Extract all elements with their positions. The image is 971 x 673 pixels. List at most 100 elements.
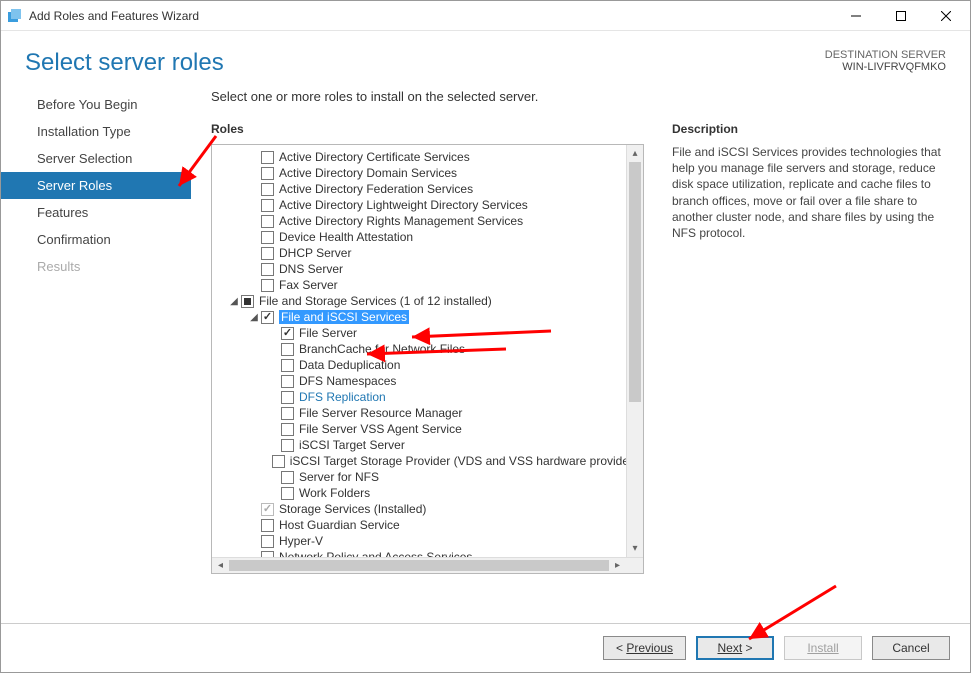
- scroll-up-icon[interactable]: ▴: [627, 145, 643, 162]
- tree-row[interactable]: Data Deduplication: [212, 357, 643, 373]
- tree-row[interactable]: iSCSI Target Storage Provider (VDS and V…: [212, 453, 643, 469]
- close-button[interactable]: [923, 2, 968, 30]
- role-checkbox[interactable]: [261, 167, 274, 180]
- expander-icon[interactable]: ◢: [228, 296, 240, 307]
- role-checkbox[interactable]: [261, 263, 274, 276]
- role-label: Active Directory Lightweight Directory S…: [279, 198, 528, 212]
- role-label: Active Directory Certificate Services: [279, 150, 470, 164]
- role-label: DHCP Server: [279, 246, 351, 260]
- role-label: iSCSI Target Storage Provider (VDS and V…: [290, 454, 643, 468]
- tree-row[interactable]: DHCP Server: [212, 245, 643, 261]
- scroll-hthumb[interactable]: [229, 560, 609, 571]
- role-checkbox[interactable]: [281, 439, 294, 452]
- button-bar: < Previous Next > Install Cancel: [1, 623, 970, 672]
- next-button[interactable]: Next >: [696, 636, 774, 660]
- role-checkbox[interactable]: [261, 279, 274, 292]
- nav-server-selection[interactable]: Server Selection: [1, 145, 191, 172]
- role-checkbox[interactable]: [261, 183, 274, 196]
- role-label: DNS Server: [279, 262, 343, 276]
- tree-row[interactable]: Active Directory Lightweight Directory S…: [212, 197, 643, 213]
- tree-row[interactable]: Hyper-V: [212, 533, 643, 549]
- role-checkbox[interactable]: [261, 231, 274, 244]
- tree-row[interactable]: Work Folders: [212, 485, 643, 501]
- cancel-button[interactable]: Cancel: [872, 636, 950, 660]
- role-label: File and iSCSI Services: [279, 310, 409, 324]
- content-area: Before You Begin Installation Type Serve…: [1, 85, 970, 635]
- role-checkbox[interactable]: [281, 487, 294, 500]
- role-checkbox[interactable]: [281, 359, 294, 372]
- role-label: Fax Server: [279, 278, 338, 292]
- tree-row[interactable]: ◢File and Storage Services (1 of 12 inst…: [212, 293, 643, 309]
- nav-confirmation[interactable]: Confirmation: [1, 226, 191, 253]
- role-label: Network Policy and Access Services: [279, 550, 472, 557]
- minimize-button[interactable]: [833, 2, 878, 30]
- horizontal-scrollbar[interactable]: ◂ ▸: [212, 557, 643, 573]
- tree-row[interactable]: Active Directory Rights Management Servi…: [212, 213, 643, 229]
- role-label: iSCSI Target Server: [299, 438, 405, 452]
- tree-row[interactable]: DFS Namespaces: [212, 373, 643, 389]
- nav-server-roles[interactable]: Server Roles: [1, 172, 191, 199]
- tree-row[interactable]: File Server: [212, 325, 643, 341]
- role-checkbox[interactable]: [261, 247, 274, 260]
- role-checkbox[interactable]: [261, 199, 274, 212]
- scroll-thumb[interactable]: [629, 162, 641, 402]
- tree-row[interactable]: Host Guardian Service: [212, 517, 643, 533]
- role-label: Storage Services (Installed): [279, 502, 426, 516]
- tree-row[interactable]: ◢ File and iSCSI Services: [212, 309, 643, 325]
- role-checkbox[interactable]: [281, 327, 294, 340]
- role-checkbox[interactable]: [261, 215, 274, 228]
- nav-features[interactable]: Features: [1, 199, 191, 226]
- role-checkbox[interactable]: [261, 535, 274, 548]
- destination-server: WIN-LIVFRVQFMKO: [825, 61, 946, 73]
- tree-row[interactable]: Active Directory Federation Services: [212, 181, 643, 197]
- nav-before-you-begin[interactable]: Before You Begin: [1, 91, 191, 118]
- previous-button[interactable]: < Previous: [603, 636, 686, 660]
- role-label: Active Directory Federation Services: [279, 182, 473, 196]
- scroll-down-icon[interactable]: ▾: [627, 540, 643, 557]
- role-checkbox[interactable]: [281, 407, 294, 420]
- role-checkbox[interactable]: [281, 471, 294, 484]
- tree-row[interactable]: Server for NFS: [212, 469, 643, 485]
- tree-row[interactable]: DFS Replication: [212, 389, 643, 405]
- tree-row[interactable]: DNS Server: [212, 261, 643, 277]
- role-checkbox[interactable]: [241, 295, 254, 308]
- next-label: Next: [717, 641, 742, 655]
- role-label: Data Deduplication: [299, 358, 400, 372]
- titlebar: Add Roles and Features Wizard: [1, 1, 970, 31]
- tree-row[interactable]: Active Directory Domain Services: [212, 165, 643, 181]
- role-checkbox[interactable]: [261, 311, 274, 324]
- tree-row[interactable]: Device Health Attestation: [212, 229, 643, 245]
- tree-row[interactable]: iSCSI Target Server: [212, 437, 643, 453]
- role-checkbox[interactable]: [281, 343, 294, 356]
- page-title: Select server roles: [25, 49, 224, 77]
- scroll-left-icon[interactable]: ◂: [212, 558, 229, 573]
- role-label: DFS Namespaces: [299, 374, 396, 388]
- tree-row[interactable]: File Server VSS Agent Service: [212, 421, 643, 437]
- tree-row[interactable]: Active Directory Certificate Services: [212, 149, 643, 165]
- role-checkbox[interactable]: [281, 375, 294, 388]
- wizard-nav: Before You Begin Installation Type Serve…: [1, 85, 191, 635]
- app-icon: [7, 8, 23, 24]
- roles-tree: Active Directory Certificate ServicesAct…: [211, 144, 644, 574]
- maximize-button[interactable]: [878, 2, 923, 30]
- role-label: DFS Replication: [299, 390, 386, 404]
- role-checkbox[interactable]: [281, 391, 294, 404]
- window-title: Add Roles and Features Wizard: [29, 9, 199, 23]
- destination-block: DESTINATION SERVER WIN-LIVFRVQFMKO: [825, 49, 946, 73]
- scroll-right-icon[interactable]: ▸: [609, 558, 626, 573]
- role-checkbox[interactable]: [272, 455, 285, 468]
- tree-row[interactable]: Network Policy and Access Services: [212, 549, 643, 557]
- tree-row[interactable]: Storage Services (Installed): [212, 501, 643, 517]
- role-checkbox[interactable]: [261, 519, 274, 532]
- role-label: Host Guardian Service: [279, 518, 400, 532]
- vertical-scrollbar[interactable]: ▴ ▾: [626, 145, 643, 557]
- role-label: File Server: [299, 326, 357, 340]
- role-checkbox[interactable]: [281, 423, 294, 436]
- tree-row[interactable]: File Server Resource Manager: [212, 405, 643, 421]
- expander-icon[interactable]: ◢: [248, 312, 260, 323]
- role-checkbox[interactable]: [261, 151, 274, 164]
- description-text: File and iSCSI Services provides technol…: [672, 144, 952, 241]
- nav-installation-type[interactable]: Installation Type: [1, 118, 191, 145]
- tree-row[interactable]: BranchCache for Network Files: [212, 341, 643, 357]
- tree-row[interactable]: Fax Server: [212, 277, 643, 293]
